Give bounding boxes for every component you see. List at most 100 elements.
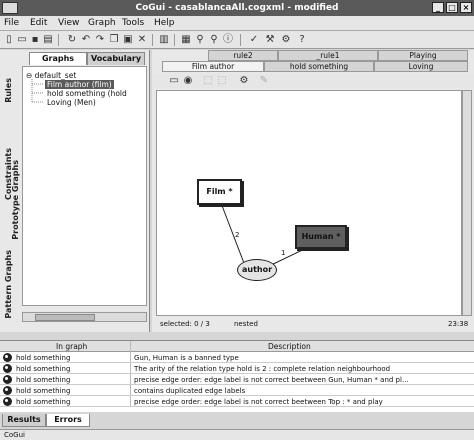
toolbar-separator [240, 34, 241, 46]
tab-loving[interactable]: Loving [374, 61, 468, 72]
error-icon [3, 364, 12, 373]
settings-icon[interactable]: ⚙ [280, 34, 292, 46]
new-file-icon[interactable]: ▯ [3, 34, 15, 46]
layout-graph-icon[interactable]: ⚙ [238, 75, 250, 87]
graph-canvas[interactable]: Film * Human * author 2 1 [156, 90, 462, 316]
menu-help[interactable]: Help [154, 18, 175, 28]
concept-human[interactable]: Human * [295, 225, 347, 249]
redo-icon[interactable]: ↷ [94, 34, 106, 46]
table-row[interactable]: hold something The arity of the relation… [0, 363, 474, 374]
graph-view-icon[interactable]: ▭ [168, 75, 180, 87]
tab-film-author[interactable]: Film author [162, 61, 264, 72]
eye-icon[interactable]: ◉ [182, 75, 194, 87]
zoom-icon[interactable]: ⚲ [194, 34, 206, 46]
close-button[interactable]: × [460, 2, 472, 13]
menu-edit[interactable]: Edit [30, 18, 47, 28]
concept-film[interactable]: Film * [197, 179, 242, 205]
window-title: CoGui - casablancaAll.cogxml - modified [135, 3, 339, 13]
layout-icon[interactable]: ▥ [158, 34, 170, 46]
table-row[interactable]: hold something Gun, Human is a banned ty… [0, 352, 474, 363]
tab-graphs[interactable]: Graphs [29, 52, 87, 65]
tab-rule2[interactable]: rule2 [208, 50, 278, 61]
help-icon[interactable]: ? [296, 34, 308, 46]
display-mode: nested [234, 320, 258, 328]
error-description: Gun, Human is a banned type [134, 354, 239, 362]
paste-icon[interactable]: ▣ [122, 34, 134, 46]
tree-item[interactable]: Film author (film) [45, 80, 114, 89]
error-icon [3, 375, 12, 384]
grid-icon[interactable]: ▦ [180, 34, 192, 46]
main-toolbar: ▯ ▭ ▪ ▤ ↻ ↶ ↷ ❐ ▣ ✕ ▥ ▦ ⚲ ⚲ ⓘ ✓ ⚒ ⚙ ? [0, 31, 474, 49]
bottom-tabs: Results Errors [0, 414, 474, 428]
graph-tabs-row2: Film author hold something Loving [152, 61, 474, 72]
error-icon [3, 386, 12, 395]
toolbar-separator [174, 34, 175, 46]
left-pane: Rules Constraints Rules Constraints Prot… [0, 50, 150, 332]
pen-icon[interactable]: ✎ [258, 75, 270, 87]
table-row[interactable]: hold something precise edge order: edge … [0, 396, 474, 407]
menu-bar: File Edit View Graph Tools Help [0, 16, 474, 31]
side-tab-column: Rules Constraints Prototype Graphs Patte… [2, 50, 20, 332]
side-tab-rules-label[interactable]: Rules [4, 78, 13, 103]
edge-label: 1 [281, 249, 286, 257]
table-row[interactable]: hold something contains duplicated edge … [0, 385, 474, 396]
maximize-button[interactable]: □ [446, 2, 458, 13]
graph-tabs-row1: rule2 _rule1 Playing [152, 50, 474, 61]
app-status-text: CoGui [4, 431, 25, 439]
title-bar: CoGui - casablancaAll.cogxml - modified … [0, 0, 474, 16]
minimize-button[interactable]: _ [432, 2, 444, 13]
error-description: contains duplicated edge labels [134, 387, 246, 395]
tree-item[interactable]: Loving (Men) [47, 98, 96, 107]
table-row[interactable]: hold something precise edge order: edge … [0, 374, 474, 385]
info-icon[interactable]: ⓘ [222, 34, 234, 46]
menu-tools[interactable]: Tools [122, 18, 144, 28]
undo-icon[interactable]: ↶ [80, 34, 92, 46]
error-icon [3, 353, 12, 362]
tree-horizontal-scrollbar[interactable] [22, 312, 147, 322]
delete-icon[interactable]: ✕ [136, 34, 148, 46]
app-status-bar: CoGui [0, 429, 474, 440]
menu-view[interactable]: View [58, 18, 79, 28]
canvas-vertical-scrollbar[interactable] [462, 90, 472, 316]
tab-playing[interactable]: Playing [378, 50, 468, 61]
error-icon [3, 397, 12, 406]
graph-editor: rule2 _rule1 Playing Film author hold so… [152, 50, 474, 332]
error-graph: hold something [16, 376, 71, 384]
menu-file[interactable]: File [4, 18, 19, 28]
errors-table: In graph Description hold something Gun,… [0, 340, 474, 412]
scroll-thumb[interactable] [35, 314, 95, 321]
edge-label: 2 [235, 231, 240, 239]
select-icon[interactable]: ⬚ [202, 75, 214, 87]
check-icon[interactable]: ✓ [248, 34, 260, 46]
tab-results[interactable]: Results [2, 414, 46, 427]
error-graph: hold something [16, 398, 71, 406]
link-icon[interactable]: ⬚ [216, 75, 228, 87]
tree-lines [31, 79, 43, 103]
tab-hold-something[interactable]: hold something [264, 61, 374, 72]
print-icon[interactable]: ▤ [42, 34, 54, 46]
column-header-description[interactable]: Description [268, 342, 311, 351]
tree-item[interactable]: hold something (hold [47, 89, 127, 98]
graph-tree: ⊖ default_set Film author (film) hold so… [22, 66, 147, 306]
tab-errors[interactable]: Errors [46, 414, 90, 427]
tab-vocabulary[interactable]: Vocabulary [87, 52, 145, 65]
search-icon[interactable]: ⚲ [208, 34, 220, 46]
left-tabs: Graphs Vocabulary [19, 50, 149, 65]
relation-author[interactable]: author [237, 259, 277, 281]
save-icon[interactable]: ▪ [29, 34, 41, 46]
side-tab-pattern-graphs[interactable]: Pattern Graphs [4, 250, 13, 319]
refresh-icon[interactable]: ↻ [66, 34, 78, 46]
selection-count: selected: 0 / 3 [160, 320, 210, 328]
error-description: The arity of the relation type hold is 2… [134, 365, 391, 373]
side-tab-prototype-graphs[interactable]: Prototype Graphs [11, 160, 20, 240]
copy-icon[interactable]: ❐ [108, 34, 120, 46]
error-graph: hold something [16, 365, 71, 373]
open-folder-icon[interactable]: ▭ [16, 34, 28, 46]
toolbar-separator [152, 34, 153, 46]
error-description: precise edge order: edge label is not co… [134, 376, 409, 384]
tools-icon[interactable]: ⚒ [264, 34, 276, 46]
tab-rule1[interactable]: _rule1 [278, 50, 378, 61]
column-header-graph[interactable]: In graph [56, 342, 87, 351]
toolbar-separator [58, 34, 59, 46]
menu-graph[interactable]: Graph [88, 18, 116, 28]
